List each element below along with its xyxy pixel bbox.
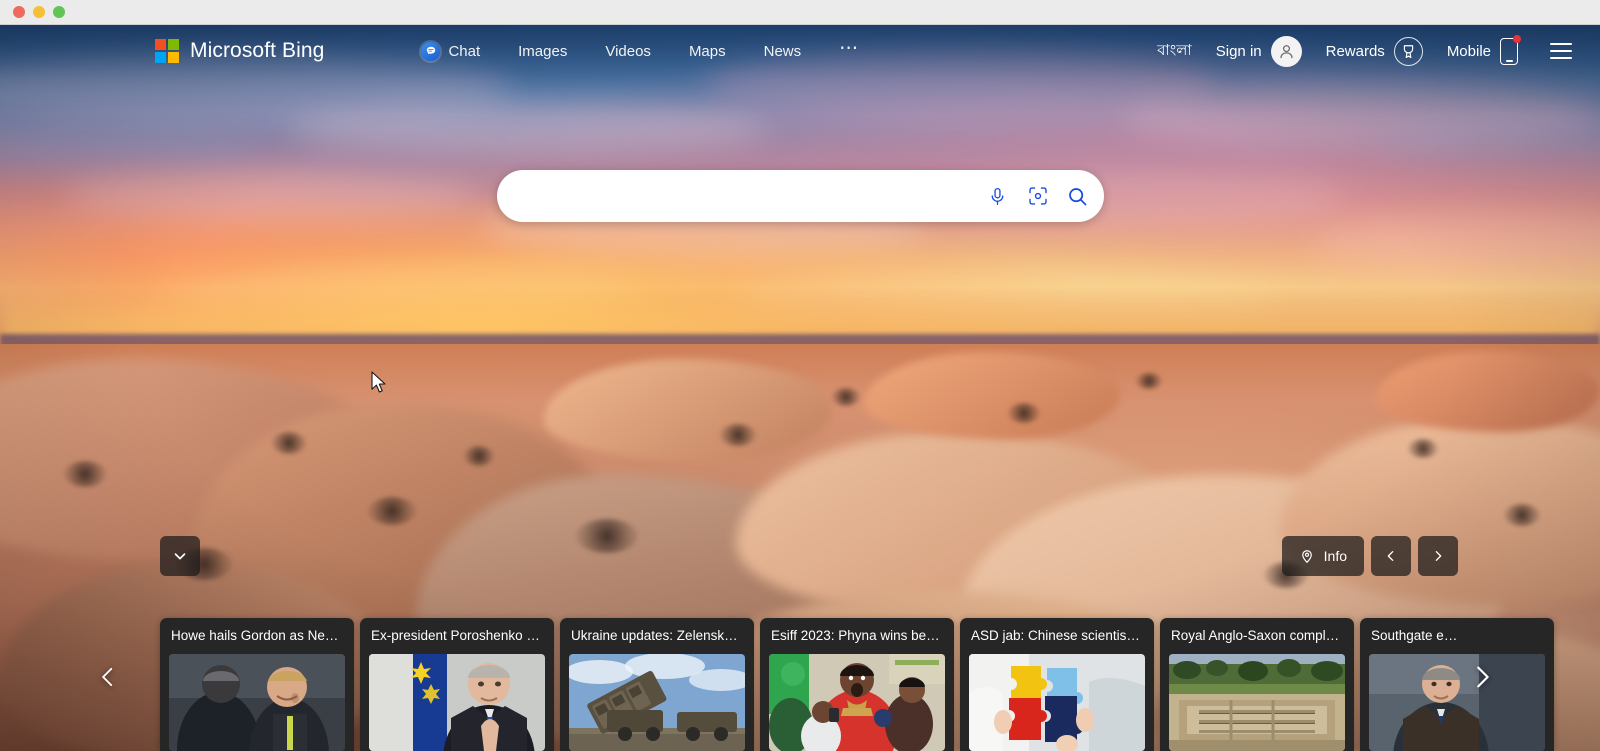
location-pin-icon bbox=[1301, 550, 1312, 563]
mobile-label: Mobile bbox=[1446, 42, 1491, 60]
news-card-image bbox=[769, 654, 945, 751]
nav-label-maps: Maps bbox=[688, 42, 726, 60]
bing-brand-logo[interactable]: Microsoft Bing bbox=[155, 39, 324, 63]
nav-item-images[interactable]: Images bbox=[499, 37, 586, 66]
nav-item-news[interactable]: News bbox=[745, 37, 821, 66]
rewards-button[interactable]: Rewards bbox=[1314, 31, 1435, 72]
more-ellipsis-icon: ⋯ bbox=[839, 38, 861, 59]
nav-label-chat: Chat bbox=[448, 42, 481, 60]
news-card-title: Southgate e… bbox=[1371, 628, 1458, 644]
notification-dot bbox=[1513, 34, 1521, 43]
chevron-left-icon bbox=[1387, 551, 1394, 561]
news-card[interactable]: Southgate e… bbox=[1360, 618, 1554, 751]
info-label: Info bbox=[1323, 548, 1347, 564]
news-card-image bbox=[569, 654, 745, 751]
nav-item-chat[interactable]: Chat bbox=[402, 36, 499, 67]
sign-in-label: Sign in bbox=[1215, 42, 1262, 60]
user-avatar-icon bbox=[1270, 35, 1302, 67]
chevron-right-icon bbox=[1477, 666, 1489, 688]
mobile-button[interactable]: Mobile bbox=[1435, 32, 1530, 71]
browser-titlebar bbox=[0, 0, 1600, 25]
news-card[interactable]: Royal Anglo-Saxon comple... bbox=[1160, 618, 1354, 751]
search-box[interactable] bbox=[496, 170, 1104, 222]
hamburger-menu-icon[interactable] bbox=[1544, 35, 1578, 67]
language-label: বাংলা bbox=[1157, 41, 1192, 59]
visual-search-camera-icon[interactable] bbox=[1018, 176, 1058, 216]
news-card-title: Royal Anglo-Saxon comple... bbox=[1171, 628, 1345, 644]
chat-bubble-icon bbox=[421, 41, 441, 61]
background-info-button[interactable]: Info bbox=[1281, 536, 1364, 576]
brand-title: Microsoft Bing bbox=[190, 39, 325, 62]
window-close-button[interactable] bbox=[13, 6, 25, 18]
news-card-title: Esiff 2023: Phyna wins best... bbox=[771, 628, 948, 644]
search-magnifier-icon[interactable] bbox=[1058, 176, 1098, 216]
window-minimize-button[interactable] bbox=[33, 6, 45, 18]
header-right-actions: বাংলা Sign in Rewards Mobile bbox=[1145, 30, 1578, 73]
sign-in-button[interactable]: Sign in bbox=[1204, 30, 1314, 73]
news-card[interactable]: Ex-president Poroshenko p... bbox=[360, 618, 554, 751]
language-selector-bangla[interactable]: বাংলা bbox=[1145, 33, 1204, 70]
chevron-down-icon bbox=[174, 553, 186, 560]
news-card-title: ASD jab: Chinese scientists ... bbox=[971, 628, 1152, 644]
background-image-controls: Info bbox=[1281, 536, 1458, 576]
chevron-left-icon bbox=[102, 667, 113, 687]
search-input[interactable] bbox=[518, 170, 978, 222]
microsoft-logo-icon bbox=[155, 39, 179, 63]
previous-background-button[interactable] bbox=[1371, 536, 1411, 576]
news-card-image bbox=[369, 654, 545, 751]
news-card[interactable]: Esiff 2023: Phyna wins best... bbox=[760, 618, 954, 751]
news-card[interactable]: ASD jab: Chinese scientists ... bbox=[960, 618, 1154, 751]
news-carousel: Howe hails Gordon as New... Ex-president… bbox=[0, 591, 1600, 751]
nav-label-images: Images bbox=[518, 42, 568, 60]
news-card-title: Ukraine updates: Zelenskyy... bbox=[571, 628, 748, 644]
rewards-label: Rewards bbox=[1325, 42, 1385, 60]
news-card[interactable]: Ukraine updates: Zelenskyy... bbox=[560, 618, 754, 751]
nav-label-news: News bbox=[763, 42, 802, 60]
nav-item-videos[interactable]: Videos bbox=[586, 37, 670, 66]
news-card-image bbox=[969, 654, 1145, 751]
news-card-image bbox=[1169, 654, 1345, 751]
carousel-next-button[interactable] bbox=[1460, 655, 1504, 699]
rewards-medal-icon bbox=[1393, 36, 1423, 66]
news-card-image bbox=[169, 654, 345, 751]
chevron-right-icon bbox=[1435, 551, 1442, 561]
news-card[interactable]: Howe hails Gordon as New... bbox=[160, 618, 354, 751]
expand-background-info-button[interactable] bbox=[160, 536, 200, 576]
search-area bbox=[0, 170, 1600, 222]
nav-label-videos: Videos bbox=[605, 42, 651, 60]
mobile-phone-icon bbox=[1500, 34, 1521, 65]
main-nav-links: Chat Images Videos Maps News ⋯ bbox=[402, 33, 879, 69]
news-card-title: Howe hails Gordon as New... bbox=[171, 628, 346, 644]
top-navigation-bar: Microsoft Bing Chat Images Videos Maps N… bbox=[0, 25, 1600, 77]
news-card-image bbox=[1369, 654, 1545, 751]
page-viewport: Microsoft Bing Chat Images Videos Maps N… bbox=[0, 25, 1600, 751]
news-card-list: Howe hails Gordon as New... Ex-president… bbox=[160, 618, 1554, 751]
news-card-title: Ex-president Poroshenko p... bbox=[371, 628, 546, 644]
nav-item-maps[interactable]: Maps bbox=[670, 37, 745, 66]
browser-window: Microsoft Bing Chat Images Videos Maps N… bbox=[0, 0, 1600, 751]
nav-item-more[interactable]: ⋯ bbox=[820, 33, 879, 69]
next-background-button[interactable] bbox=[1418, 536, 1458, 576]
carousel-previous-button[interactable] bbox=[86, 655, 130, 699]
microphone-icon[interactable] bbox=[978, 176, 1018, 216]
window-maximize-button[interactable] bbox=[53, 6, 65, 18]
